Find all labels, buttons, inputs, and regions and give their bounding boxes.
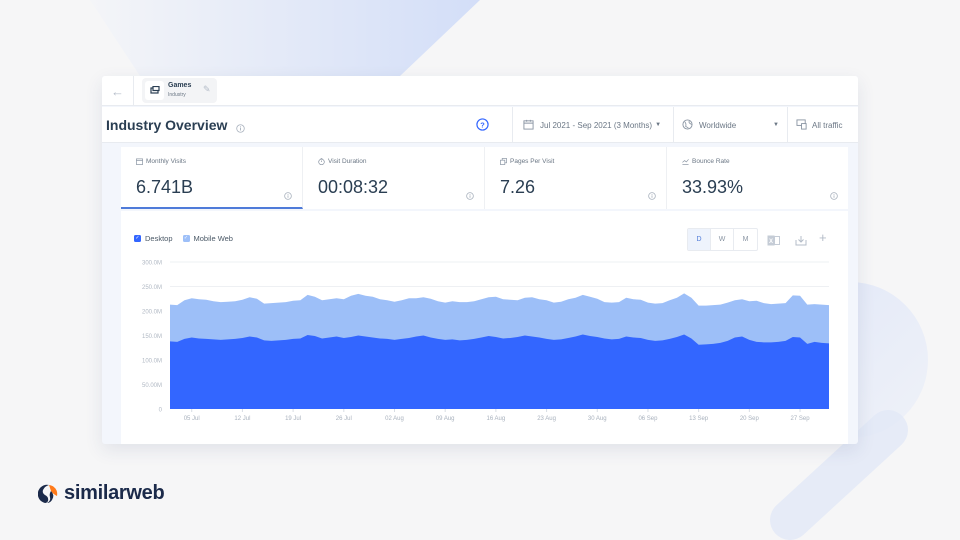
industry-overview-card: ← Games Industry ✎ Industry Overview ? J… — [102, 76, 858, 444]
stopwatch-icon — [318, 158, 325, 165]
industry-name: Games — [168, 82, 192, 89]
x-tick-label: 27 Sep — [791, 416, 811, 422]
calendar-icon — [136, 158, 143, 165]
back-button[interactable]: ← — [102, 76, 134, 106]
metric-visit-duration[interactable]: Visit Duration 00:08:32 — [303, 147, 485, 209]
metric-pages-per-visit[interactable]: Pages Per Visit 7.26 — [485, 147, 667, 209]
y-tick-label: 100.0M — [142, 359, 162, 365]
metric-label: Bounce Rate — [682, 158, 730, 165]
metric-label: Visit Duration — [318, 158, 367, 165]
x-tick-label: 19 Jul — [285, 416, 301, 422]
info-icon[interactable] — [466, 187, 474, 205]
similarweb-logo: similarweb — [38, 482, 165, 505]
metric-label: Monthly Visits — [136, 158, 186, 165]
top-bar: ← Games Industry ✎ — [102, 76, 858, 106]
x-tick-label: 23 Aug — [537, 416, 556, 422]
arrow-left-icon: ← — [111, 83, 124, 99]
svg-text:?: ? — [480, 120, 485, 129]
y-tick-label: 50.00M — [142, 383, 162, 389]
globe-icon — [682, 118, 693, 132]
info-icon[interactable] — [284, 187, 292, 205]
y-tick-label: 0 — [159, 408, 163, 414]
x-tick-label: 20 Sep — [740, 416, 760, 422]
page-title: Industry Overview — [106, 117, 228, 133]
metric-value: 00:08:32 — [318, 177, 389, 197]
pages-icon — [500, 158, 507, 165]
brand-name: similarweb — [64, 482, 165, 504]
x-tick-label: 02 Aug — [385, 416, 404, 422]
metric-label-text: Monthly Visits — [146, 158, 186, 165]
metric-value: 6.741B — [136, 177, 194, 197]
date-range-value: Jul 2021 - Sep 2021 (3 Months) — [540, 120, 653, 130]
industry-type: Industry — [168, 92, 186, 98]
chart-panel: ✓ Desktop ✓ Mobile Web D W M X + 0 50.00M… — [121, 211, 848, 444]
y-tick-label: 250.0M — [142, 285, 162, 291]
traffic-value: All traffic — [812, 120, 843, 130]
header-bar: Industry Overview ? Jul 2021 - Sep 2021 … — [102, 107, 858, 143]
traffic-area-chart: 0 50.00M 100.0M 150.0M 200.0M 250.0M 300.0M 05 … — [142, 261, 829, 422]
x-tick-label: 16 Aug — [487, 416, 506, 422]
caret-down-icon: ▼ — [773, 122, 779, 128]
y-tick-label: 150.0M — [142, 334, 162, 340]
y-tick-label: 300.0M — [142, 261, 162, 267]
devices-icon — [796, 118, 808, 132]
metric-bounce-rate[interactable]: Bounce Rate 33.93% — [667, 147, 848, 209]
industry-chip[interactable]: Games Industry ✎ — [142, 78, 217, 103]
metric-value: 33.93% — [682, 177, 744, 197]
metric-value: 7.26 — [500, 177, 536, 197]
x-tick-label: 12 Jul — [234, 416, 250, 422]
traffic-filter[interactable]: All traffic — [787, 107, 858, 143]
date-range-filter[interactable]: Jul 2021 - Sep 2021 (3 Months) ▼ — [512, 107, 673, 143]
desktop-area — [170, 334, 829, 409]
country-value: Worldwide — [699, 120, 737, 130]
metrics-row: Monthly Visits 6.741B Visit Duration 00:… — [121, 147, 848, 209]
x-tick-label: 09 Aug — [436, 416, 455, 422]
metric-monthly-visits[interactable]: Monthly Visits 6.741B — [121, 147, 303, 209]
similarweb-logo-icon — [38, 484, 58, 503]
help-icon[interactable]: ? — [476, 118, 489, 136]
bounce-icon — [682, 159, 689, 165]
info-icon[interactable] — [648, 187, 656, 205]
y-tick-label: 200.0M — [142, 310, 162, 316]
calendar-icon — [523, 119, 534, 132]
metric-label-text: Pages Per Visit — [510, 158, 555, 165]
info-icon[interactable] — [236, 120, 245, 138]
metric-label: Pages Per Visit — [500, 158, 554, 165]
x-tick-label: 26 Jul — [336, 416, 352, 422]
metric-label-text: Visit Duration — [328, 158, 367, 165]
country-filter[interactable]: Worldwide ▼ — [673, 107, 787, 143]
x-tick-label: 13 Sep — [689, 416, 709, 422]
caret-down-icon: ▼ — [655, 122, 662, 128]
x-tick-label: 30 Aug — [588, 416, 607, 422]
x-tick-label: 05 Jul — [184, 416, 200, 422]
gamepad-icon — [145, 81, 164, 100]
info-icon[interactable] — [830, 187, 838, 205]
x-tick-label: 06 Sep — [638, 416, 658, 422]
metric-label-text: Bounce Rate — [692, 158, 730, 165]
pencil-icon[interactable]: ✎ — [203, 84, 211, 95]
